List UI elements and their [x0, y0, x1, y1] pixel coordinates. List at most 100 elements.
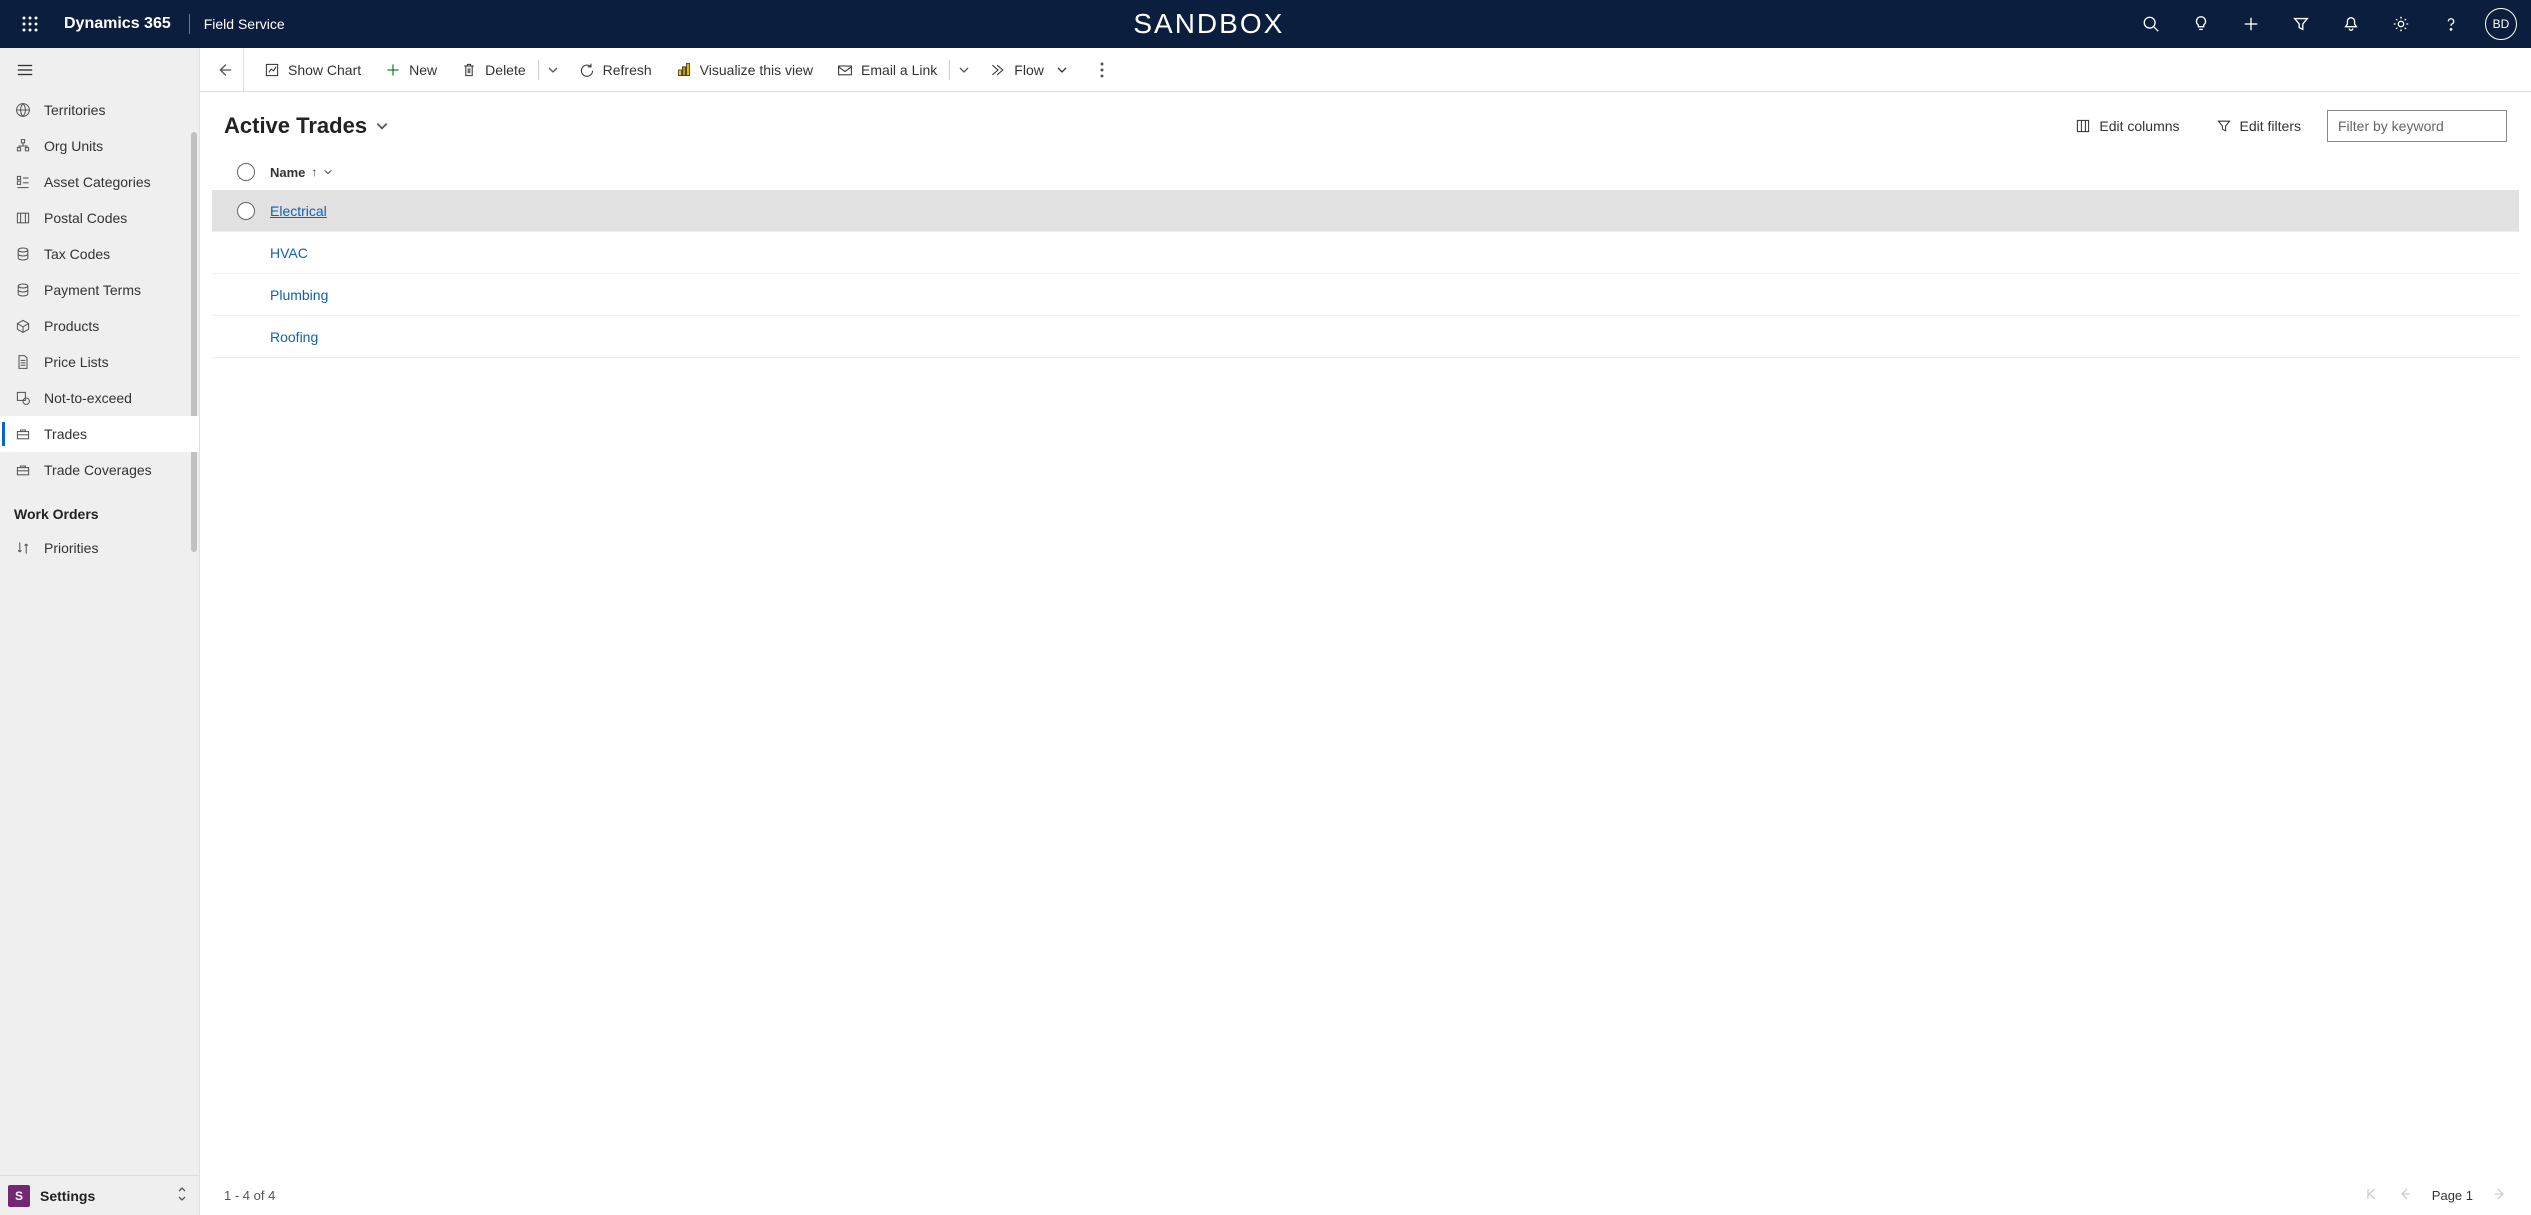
visualize-button[interactable]: Visualize this view: [664, 48, 825, 92]
app-launcher-button[interactable]: [6, 0, 54, 48]
sidebar-section-header: Work Orders: [0, 488, 199, 530]
delete-split-button[interactable]: [539, 64, 567, 76]
sidebar-item-trade-coverages[interactable]: Trade Coverages: [0, 452, 199, 488]
table-row[interactable]: Electrical: [212, 190, 2519, 232]
toolbox-icon: [14, 425, 32, 443]
sidebar-item-org-units[interactable]: Org Units: [0, 128, 199, 164]
view-selector[interactable]: Active Trades: [224, 113, 389, 139]
lightbulb-icon: [2192, 15, 2210, 33]
sidebar-item-label: Trades: [44, 426, 87, 442]
sitemap-toggle[interactable]: [0, 48, 199, 92]
sidebar-item-payment-terms[interactable]: Payment Terms: [0, 272, 199, 308]
sidebar-item-price-lists[interactable]: Price Lists: [0, 344, 199, 380]
button-label: Show Chart: [288, 62, 361, 78]
record-link[interactable]: Plumbing: [266, 287, 328, 303]
new-button[interactable]: New: [373, 48, 449, 92]
page-label: Page 1: [2432, 1188, 2473, 1203]
table-row[interactable]: Plumbing: [212, 274, 2519, 316]
table-row[interactable]: Roofing: [212, 316, 2519, 358]
chevron-down-icon: [375, 119, 389, 133]
next-page-button[interactable]: [2493, 1187, 2507, 1204]
notifications-button[interactable]: [2327, 0, 2375, 48]
search-icon: [2142, 15, 2160, 33]
email-link-split-button[interactable]: [950, 64, 978, 76]
data-grid: Name ↑ Electrical HVAC Plumbing Roofing: [200, 154, 2531, 1175]
email-link-button[interactable]: Email a Link: [825, 48, 949, 92]
plus-icon: [385, 62, 401, 78]
first-page-button[interactable]: [2364, 1187, 2378, 1204]
question-icon: [2442, 15, 2460, 33]
help-button[interactable]: [2427, 0, 2475, 48]
view-title: Active Trades: [224, 113, 367, 139]
sidebar-item-tax-codes[interactable]: Tax Codes: [0, 236, 199, 272]
settings-button[interactable]: [2377, 0, 2425, 48]
record-link[interactable]: Roofing: [266, 329, 318, 345]
overflow-button[interactable]: [1084, 48, 1120, 92]
add-button[interactable]: [2227, 0, 2275, 48]
updown-icon: [175, 1185, 189, 1206]
sidebar-item-products[interactable]: Products: [0, 308, 199, 344]
edit-filters-button[interactable]: Edit filters: [2206, 114, 2311, 138]
app-name-label[interactable]: Field Service: [198, 16, 291, 32]
column-header-name[interactable]: Name ↑: [266, 165, 333, 180]
arrow-right-icon: [2493, 1187, 2507, 1201]
record-link[interactable]: Electrical: [266, 203, 327, 219]
refresh-button[interactable]: Refresh: [567, 48, 664, 92]
sidebar-item-priorities[interactable]: Priorities: [0, 530, 199, 566]
filter-button[interactable]: [2277, 0, 2325, 48]
back-button[interactable]: [204, 48, 244, 92]
filter-input[interactable]: [2327, 110, 2507, 142]
funnel-icon: [2216, 118, 2232, 134]
area-switcher[interactable]: S Settings: [0, 1175, 199, 1215]
sidebar-item-label: Postal Codes: [44, 210, 127, 226]
button-label: Flow: [1014, 62, 1044, 78]
scrollbar[interactable]: [191, 132, 197, 552]
button-label: Edit columns: [2099, 118, 2179, 134]
select-all-checkbox[interactable]: [226, 163, 266, 181]
pager: Page 1: [2364, 1187, 2507, 1204]
stack-icon: [14, 245, 32, 263]
toolbox-icon: [14, 461, 32, 479]
user-avatar[interactable]: BD: [2485, 8, 2517, 40]
sidebar-item-postal-codes[interactable]: Postal Codes: [0, 200, 199, 236]
prev-page-button[interactable]: [2398, 1187, 2412, 1204]
gear-icon: [2392, 15, 2410, 33]
waffle-icon: [22, 16, 38, 32]
sidebar-item-territories[interactable]: Territories: [0, 92, 199, 128]
sidebar-item-trades[interactable]: Trades: [0, 416, 199, 452]
row-count: 1 - 4 of 4: [224, 1188, 275, 1203]
sidebar-item-label: Products: [44, 318, 99, 334]
sidebar-item-not-to-exceed[interactable]: Not-to-exceed: [0, 380, 199, 416]
button-label: Refresh: [603, 62, 652, 78]
record-link[interactable]: HVAC: [266, 245, 308, 261]
show-chart-button[interactable]: Show Chart: [252, 48, 373, 92]
sidebar-item-asset-categories[interactable]: Asset Categories: [0, 164, 199, 200]
brand-label[interactable]: Dynamics 365: [54, 15, 181, 33]
main-content: Show Chart New Delete Refresh Visualize …: [200, 48, 2531, 1215]
row-selector[interactable]: [226, 202, 266, 220]
flow-icon: [990, 62, 1006, 78]
column-label: Name: [270, 165, 305, 180]
sidebar-item-label: Priorities: [44, 540, 98, 556]
sidebar-item-label: Not-to-exceed: [44, 390, 132, 406]
sidebar-item-label: Trade Coverages: [44, 462, 152, 478]
search-button[interactable]: [2127, 0, 2175, 48]
grid-footer: 1 - 4 of 4 Page 1: [200, 1175, 2531, 1215]
button-label: Visualize this view: [700, 62, 813, 78]
arrow-left-icon: [2398, 1187, 2412, 1201]
flow-button[interactable]: Flow: [978, 48, 1080, 92]
columns-icon: [2075, 118, 2091, 134]
area-badge: S: [8, 1185, 30, 1207]
table-row[interactable]: HVAC: [212, 232, 2519, 274]
button-label: New: [409, 62, 437, 78]
more-vertical-icon: [1100, 62, 1104, 78]
delete-button[interactable]: Delete: [449, 48, 537, 92]
sidebar-item-label: Org Units: [44, 138, 103, 154]
chevron-down-icon: [547, 64, 559, 76]
area-label: Settings: [40, 1188, 165, 1204]
chevron-down-icon: [1056, 64, 1068, 76]
button-label: Edit filters: [2240, 118, 2301, 134]
ideas-button[interactable]: [2177, 0, 2225, 48]
first-page-icon: [2364, 1187, 2378, 1201]
edit-columns-button[interactable]: Edit columns: [2065, 114, 2189, 138]
